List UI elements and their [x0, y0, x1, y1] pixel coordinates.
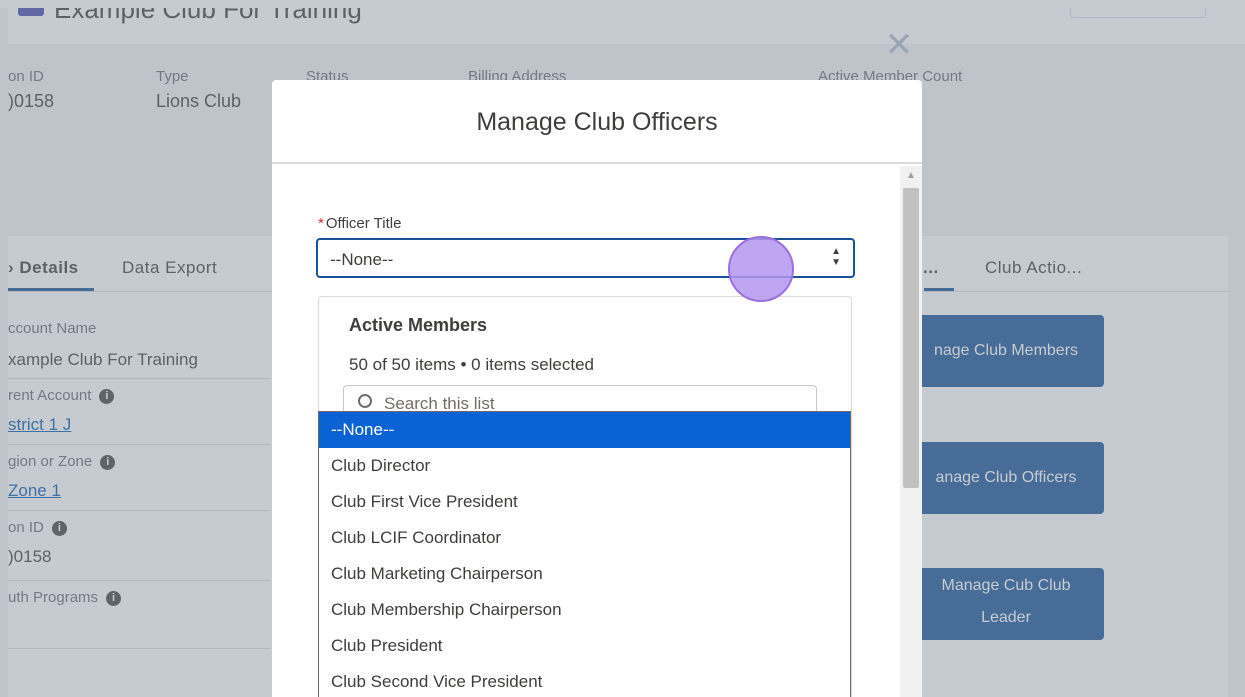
scroll-up-icon[interactable]: ▲ [906, 170, 916, 181]
officer-title-dropdown-list: --None-- Club Director Club First Vice P… [318, 411, 851, 697]
dropdown-option[interactable]: Club LCIF Coordinator [319, 520, 850, 556]
modal-title: Manage Club Officers [476, 108, 718, 136]
dropdown-option[interactable]: Club First Vice President [319, 484, 850, 520]
click-indicator [728, 236, 794, 302]
dropdown-option[interactable]: Club Membership Chairperson [319, 592, 850, 628]
dropdown-option[interactable]: --None-- [319, 412, 850, 448]
modal-scrollbar[interactable]: ▲ [900, 166, 922, 697]
scroll-thumb[interactable] [903, 188, 919, 488]
search-icon [358, 394, 372, 408]
officer-title-label: * Officer Title [318, 215, 401, 232]
modal-body: * Officer Title --None-- ▲ ▼ Active Member… [272, 166, 900, 697]
dropdown-option[interactable]: Club President [319, 628, 850, 664]
dropdown-option[interactable]: Club Second Vice President [319, 664, 850, 697]
required-marker: * [318, 215, 324, 232]
members-title: Active Members [349, 315, 488, 335]
members-count: 50 of 50 items • 0 items selected [349, 355, 595, 374]
close-icon[interactable]: ✕ [884, 28, 914, 62]
modal-header: Manage Club Officers [272, 80, 922, 164]
select-arrows-icon: ▲ ▼ [831, 246, 841, 268]
field-label: Officer Title [325, 215, 402, 232]
dropdown-option[interactable]: Club Director [319, 448, 850, 484]
select-current-value: --None-- [330, 250, 394, 269]
manage-club-officers-modal: Manage Club Officers * Officer Title --No… [272, 80, 922, 697]
dropdown-option[interactable]: Club Marketing Chairperson [319, 556, 850, 592]
